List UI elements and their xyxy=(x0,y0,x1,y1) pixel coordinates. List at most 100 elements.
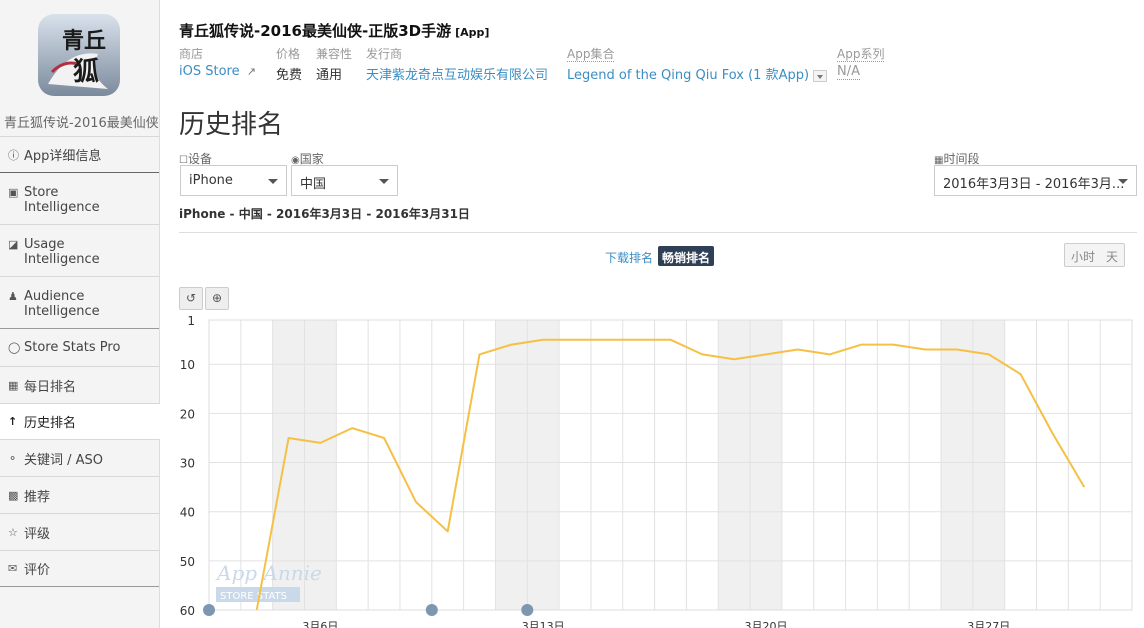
y-tick-label: 10 xyxy=(180,358,195,372)
sidebar-item-label: 评级 xyxy=(24,526,51,542)
x-tick-label: 3月27日 xyxy=(967,620,1010,628)
svg-text:狐: 狐 xyxy=(73,57,99,87)
sidebar-item-label: 每日排名 xyxy=(24,379,77,395)
calendar-icon: ▦ xyxy=(8,378,19,392)
app-title-text: 青丘狐传说-2016最美仙侠-正版3D手游 xyxy=(179,22,452,40)
period-select-value: 2016年3月3日 - 2016年3月... xyxy=(943,177,1125,192)
sidebar-item-daily-rank[interactable]: ▦ 每日排名 xyxy=(0,366,159,403)
reset-zoom-button[interactable]: ↺ xyxy=(179,287,203,310)
sidebar-item-label: Usage xyxy=(24,237,65,252)
arrow-up-icon: ↑ xyxy=(8,415,18,428)
x-tick-label: 3月6日 xyxy=(302,620,338,628)
annotation-marker xyxy=(203,604,215,616)
sidebar-item-store-intelligence[interactable]: ▣ Store Intelligence xyxy=(0,172,159,224)
sidebar-item-label: 推荐 xyxy=(24,489,51,505)
day-button[interactable]: 天 xyxy=(1100,243,1126,267)
annotation-marker xyxy=(521,604,534,616)
sidebar-item-label: Store Stats Pro xyxy=(24,340,121,355)
sidebar-item-keywords-aso[interactable]: ⚬ 关键词 / ASO xyxy=(0,439,159,476)
gauge-icon: ◯ xyxy=(8,341,21,354)
compat-value: 通用 xyxy=(316,68,343,83)
sidebar: 青丘 狐 青丘狐传说-2016最美仙侠... ⓘ App详细信息 ▣ Store… xyxy=(0,0,160,628)
collection-link[interactable]: Legend of the Qing Qiu Fox (1 款App) xyxy=(567,64,828,83)
caret-down-icon xyxy=(1118,179,1128,184)
sidebar-item-reviews[interactable]: ✉ 评价 xyxy=(0,550,159,587)
undo-icon: ↺ xyxy=(185,291,197,305)
country-select-value: 中国 xyxy=(300,177,327,192)
sidebar-item-label: Audience xyxy=(24,289,85,304)
series-value-text: N/A xyxy=(837,64,860,80)
info-icon: ⓘ xyxy=(8,148,19,162)
compat-label: 兼容性 xyxy=(316,47,353,61)
period-label-text: 时间段 xyxy=(943,152,980,166)
app-title: 青丘狐传说-2016最美仙侠-正版3D手游 [App] xyxy=(179,20,489,41)
price-label: 价格 xyxy=(276,47,301,61)
country-label-text: 国家 xyxy=(299,152,324,166)
series-value: N/A xyxy=(837,64,860,80)
sidebar-item-usage-intelligence[interactable]: ◪ Usage Intelligence xyxy=(0,224,159,276)
person-icon: ♟ xyxy=(8,290,18,303)
publisher-label: 发行商 xyxy=(366,47,403,61)
sidebar-item-ratings[interactable]: ☆ 评级 xyxy=(0,513,159,550)
star-icon: ☆ xyxy=(8,525,18,539)
store-value: iOS Store xyxy=(179,64,240,79)
app-type-tag: [App] xyxy=(455,26,490,39)
sidebar-item-store-stats-pro[interactable]: ◯ Store Stats Pro xyxy=(0,328,159,366)
caret-down-icon xyxy=(268,179,278,184)
period-select[interactable]: 2016年3月3日 - 2016年3月... xyxy=(934,165,1137,196)
caret-down-icon xyxy=(379,179,389,184)
app-icon: 青丘 狐 xyxy=(38,14,120,96)
device-label-text: 设备 xyxy=(187,152,212,166)
sidebar-item-label-2: Intelligence xyxy=(24,304,100,319)
price-value: 免费 xyxy=(276,68,303,83)
sidebar-item-label: Store xyxy=(24,185,59,200)
device-select[interactable]: iPhone xyxy=(180,165,287,196)
sidebar-item-history-rank[interactable]: ↑ 历史排名 xyxy=(0,403,160,439)
collection-label-text: App集合 xyxy=(567,47,615,62)
sidebar-item-label: 关键词 / ASO xyxy=(24,452,104,468)
annotation-marker xyxy=(425,604,438,616)
x-tick-label: 3月13日 xyxy=(522,620,565,628)
sidebar-item-featured[interactable]: ▩ 推荐 xyxy=(0,476,159,513)
sidebar-item-label-2: Intelligence xyxy=(24,252,100,267)
store-label: 商店 xyxy=(179,47,204,61)
tab-downloads[interactable]: 下载排名 xyxy=(601,246,657,266)
sidebar-item-app-details[interactable]: ⓘ App详细信息 xyxy=(0,136,159,172)
usage-icon: ◪ xyxy=(8,238,19,251)
y-tick-label: 40 xyxy=(180,506,195,520)
publisher-link[interactable]: 天津紫龙奇点互动娱乐有限公司 xyxy=(366,64,548,83)
sidebar-item-label: 评价 xyxy=(24,563,51,578)
sidebar-app-name: 青丘狐传说-2016最美仙侠... xyxy=(4,116,158,131)
y-tick-label: 60 xyxy=(180,604,195,618)
collection-label: App集合 xyxy=(567,45,615,62)
chevron-down-icon[interactable] xyxy=(813,69,828,82)
device-select-value: iPhone xyxy=(189,173,233,188)
y-tick-label: 30 xyxy=(180,457,195,471)
comment-icon: ✉ xyxy=(8,562,18,575)
hour-button[interactable]: 小时 xyxy=(1064,243,1103,267)
svg-text:青丘: 青丘 xyxy=(62,28,106,54)
zoom-icon: ⊕ xyxy=(211,291,223,305)
sidebar-item-audience-intelligence[interactable]: ♟ Audience Intelligence xyxy=(0,276,159,328)
sidebar-item-label-2: Intelligence xyxy=(24,200,100,215)
key-icon: ⚬ xyxy=(8,451,18,465)
y-tick-label: 20 xyxy=(180,407,195,421)
series-label-text: App系列 xyxy=(837,47,885,62)
chart-subtitle: iPhone - 中国 - 2016年3月3日 - 2016年3月31日 xyxy=(179,207,470,221)
external-link-icon: ↗ xyxy=(246,65,256,78)
sidebar-item-label: 历史排名 xyxy=(24,416,77,431)
zoom-button[interactable]: ⊕ xyxy=(205,287,229,310)
bookmark-icon: ▩ xyxy=(8,488,19,502)
watermark-subtitle: STORE STATS xyxy=(220,591,287,602)
series-label: App系列 xyxy=(837,45,885,62)
country-select[interactable]: 中国 xyxy=(291,165,398,196)
y-tick-label: 50 xyxy=(180,555,195,569)
watermark-title: App Annie xyxy=(215,561,322,585)
store-link[interactable]: iOS Store ↗ xyxy=(179,64,256,79)
sidebar-item-label: App详细信息 xyxy=(24,149,102,164)
y-tick-label: 1 xyxy=(187,314,195,328)
tab-grossing[interactable]: 畅销排名 xyxy=(658,246,715,266)
x-tick-label: 3月20日 xyxy=(744,620,787,628)
collection-value: Legend of the Qing Qiu Fox (1 款App) xyxy=(567,68,810,83)
rank-chart: 1 10 20 30 40 50 60 App Annie STORE STATS 3月6日 3月1… xyxy=(180,314,1133,628)
